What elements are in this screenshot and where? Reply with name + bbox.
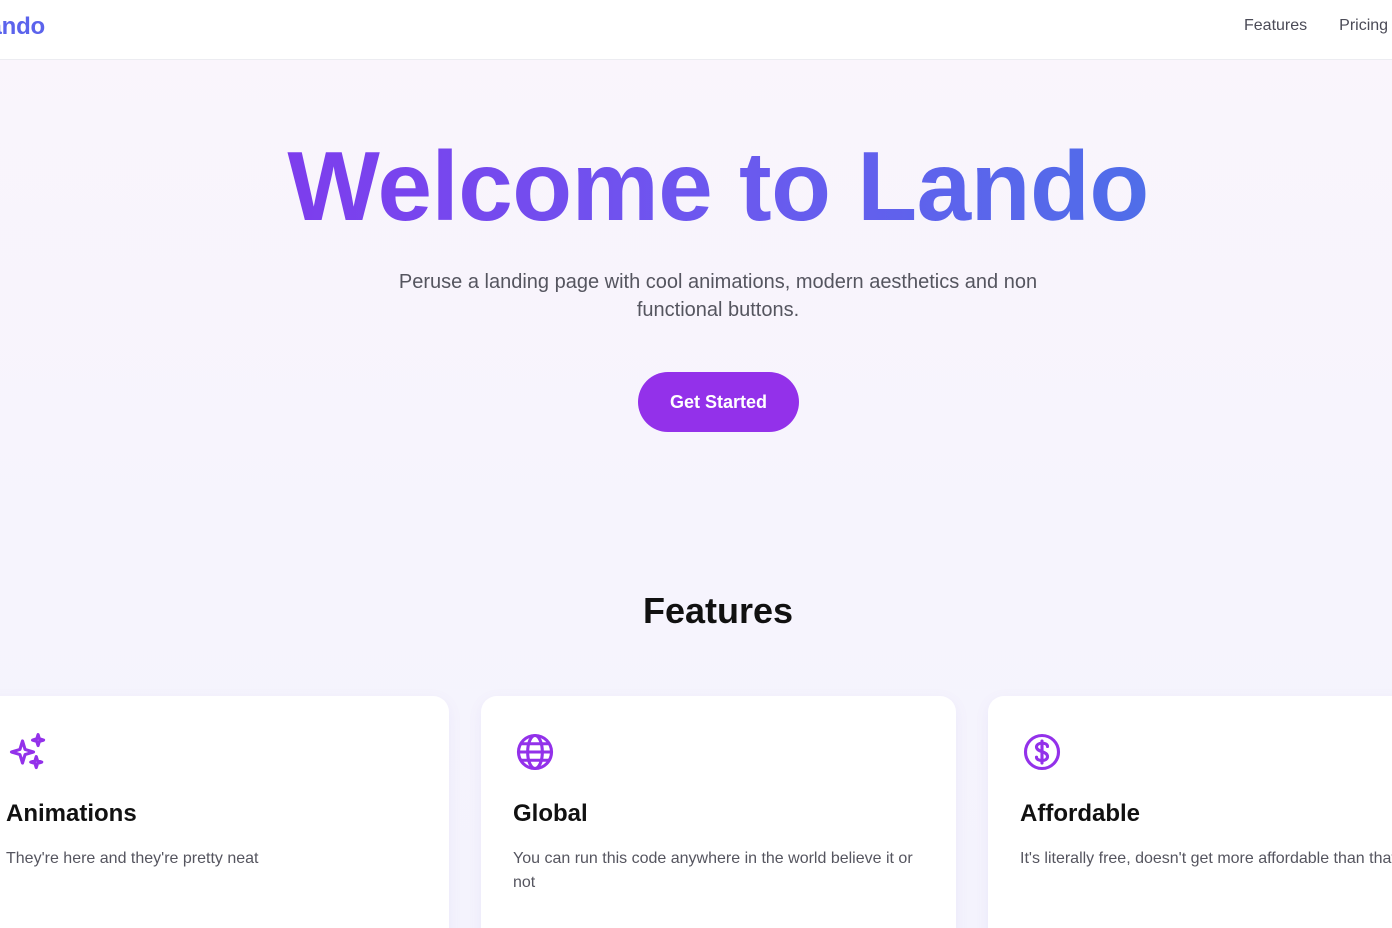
- feature-description: You can run this code anywhere in the wo…: [513, 850, 913, 891]
- dollar-circle-icon: [1020, 730, 1064, 774]
- feature-title: Affordable: [1020, 800, 1140, 827]
- get-started-button[interactable]: Get Started: [638, 372, 799, 432]
- landing-page: Lando Features Pricing Welcome to Lando …: [0, 0, 1392, 928]
- sparkles-icon: [6, 730, 50, 774]
- hero-subtitle: Peruse a landing page with cool animatio…: [398, 271, 1038, 321]
- hero-title-text: Welcome to Lando: [287, 131, 1149, 241]
- feature-card-animations: Animations They're here and they're pret…: [0, 696, 449, 928]
- features-heading: Features: [642, 590, 794, 631]
- feature-card-global: Global You can run this code anywhere in…: [481, 696, 956, 928]
- navbar: Lando Features Pricing: [0, 0, 1392, 60]
- feature-description: They're here and they're pretty neat: [6, 850, 259, 867]
- feature-title: Animations: [6, 800, 137, 827]
- feature-card-affordable: Affordable It's literally free, doesn't …: [988, 696, 1392, 928]
- hero-title: Welcome to Lando: [0, 130, 1392, 242]
- globe-icon: [513, 730, 557, 774]
- feature-description: It's literally free, doesn't get more af…: [1020, 850, 1392, 867]
- logo[interactable]: Lando: [0, 13, 45, 41]
- nav-link-pricing[interactable]: Pricing: [1339, 17, 1388, 35]
- nav-link-features[interactable]: Features: [1244, 17, 1307, 35]
- nav-links: Features Pricing: [1244, 17, 1388, 35]
- feature-title: Global: [513, 800, 588, 827]
